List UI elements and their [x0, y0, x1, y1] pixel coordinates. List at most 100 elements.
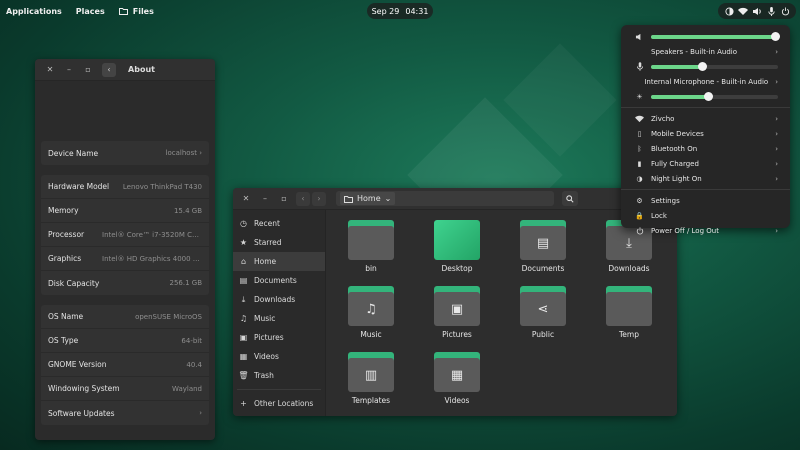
folder-label: Public [531, 330, 555, 339]
maximize-icon[interactable]: ▫ [81, 63, 95, 77]
lock-label: Lock [651, 211, 667, 220]
folder-item-bin[interactable]: bin [336, 220, 406, 273]
os-type-value: 64-bit [181, 336, 202, 345]
input-device-row[interactable]: Internal Microphone - Built-in Audio › [621, 74, 790, 89]
folder-item-public[interactable]: ⋖ Public [508, 286, 578, 339]
input-device-label: Internal Microphone - Built-in Audio [644, 77, 769, 86]
sidebar-item-label: Recent [254, 219, 280, 228]
microphone-slider[interactable] [651, 61, 778, 71]
gnome-version-row: GNOME Version 40.4 [41, 353, 209, 377]
wifi-row[interactable]: Zivcho › [621, 111, 790, 126]
folder-icon [348, 220, 394, 260]
folder-label: Videos [444, 396, 470, 405]
volume-slider[interactable] [651, 31, 781, 41]
mic-row [621, 59, 790, 74]
back-button[interactable]: ‹ [102, 62, 116, 77]
sidebar-item-pictures[interactable]: ▣ Pictures [233, 328, 325, 347]
settings-row[interactable]: ⚙ Settings [621, 193, 790, 208]
trash-icon: 🗑 [238, 371, 249, 380]
about-logo-area [35, 81, 215, 141]
battery-row[interactable]: ▮ Fully Charged › [621, 156, 790, 171]
sidebar-item-videos[interactable]: ▦ Videos [233, 347, 325, 366]
chevron-right-icon: › [775, 226, 778, 235]
about-title: About [128, 65, 155, 74]
folder-item-documents[interactable]: ▤ Documents [508, 220, 578, 273]
system-tray[interactable] [718, 3, 796, 19]
files-app-menu[interactable]: Files [118, 7, 154, 16]
settings-label: Settings [651, 196, 680, 205]
sidebar-item-label: Documents [254, 276, 297, 285]
sidebar-item-other-locations[interactable]: + Other Locations [233, 394, 325, 413]
device-name-row[interactable]: Device Name localhost › [41, 141, 209, 165]
files-titlebar: ✕ – ▫ ‹ › Home ⌄ [233, 188, 677, 210]
video-icon: ▦ [239, 352, 248, 361]
night-light-icon: ◑ [636, 174, 643, 183]
folder-item-pictures[interactable]: ▣ Pictures [422, 286, 492, 339]
software-updates-row[interactable]: Software Updates › [41, 401, 209, 425]
music-icon: ♫ [239, 314, 248, 323]
sidebar-item-documents[interactable]: ▤ Documents [233, 271, 325, 290]
brightness-slider[interactable] [651, 91, 778, 101]
files-sidebar: ◷ Recent ★ Starred ⌂ Home ▤ Documents ⤓ Downl… [233, 210, 326, 416]
close-icon[interactable]: ✕ [43, 63, 57, 77]
volume-icon [635, 32, 644, 41]
back-button[interactable]: ‹ [296, 191, 310, 206]
sidebar-item-starred[interactable]: ★ Starred [233, 233, 325, 252]
applications-menu[interactable]: Applications [6, 7, 62, 16]
folder-item-desktop[interactable]: Desktop [422, 220, 492, 273]
os-name-label: OS Name [48, 312, 84, 321]
memory-label: Memory [48, 206, 79, 215]
processor-value: Intel® Core™ i7-3520M CPU @ 2.... [102, 230, 202, 239]
mobile-devices-label: Mobile Devices [651, 129, 704, 138]
night-light-row[interactable]: ◑ Night Light On › [621, 171, 790, 186]
download-icon: ⤓ [241, 294, 246, 304]
close-icon[interactable]: ✕ [239, 192, 253, 206]
sidebar-item-label: Home [254, 257, 277, 266]
folder-item-templates[interactable]: ▥ Templates [336, 352, 406, 405]
power-row[interactable]: Power Off / Log Out › [621, 223, 790, 238]
folder-item-videos[interactable]: ▦ Videos [422, 352, 492, 405]
folder-item-music[interactable]: ♫ Music [336, 286, 406, 339]
lock-row[interactable]: 🔒 Lock [621, 208, 790, 223]
search-button[interactable] [562, 191, 578, 206]
output-device-row[interactable]: Speakers - Built-in Audio › [621, 44, 790, 59]
sidebar-item-music[interactable]: ♫ Music [233, 309, 325, 328]
bluetooth-row[interactable]: ᛒ Bluetooth On › [621, 141, 790, 156]
search-icon [566, 194, 574, 203]
gear-icon: ⚙ [636, 196, 643, 205]
sidebar-item-recent[interactable]: ◷ Recent [233, 214, 325, 233]
memory-value: 15.4 GB [173, 206, 202, 215]
sidebar-item-label: Downloads [254, 295, 296, 304]
graphics-value: Intel® HD Graphics 4000 (IVB GT2) [102, 254, 202, 263]
battery-icon: ▮ [637, 159, 642, 168]
folder-label: Templates [351, 396, 391, 405]
path-bar[interactable]: Home ⌄ [336, 191, 554, 206]
clock-button[interactable]: Sep 29 04:31 [367, 3, 433, 19]
about-hardware-group: Hardware Model Lenovo ThinkPad T430 Memor… [41, 175, 209, 295]
folder-icon [606, 286, 652, 326]
mobile-devices-row[interactable]: ▯ Mobile Devices › [621, 126, 790, 141]
minimize-icon[interactable]: – [258, 192, 272, 206]
disk-capacity-row: Disk Capacity 256.1 GB [41, 271, 209, 295]
folder-label: bin [365, 264, 377, 273]
about-window: ✕ – ▫ ‹ About Device Name localhost › Ha… [35, 59, 215, 440]
path-segment-home[interactable]: Home ⌄ [340, 192, 396, 205]
folder-item-temp[interactable]: Temp [594, 286, 664, 339]
folder-label: Music [360, 330, 382, 339]
sidebar-item-trash[interactable]: 🗑 Trash [233, 366, 325, 385]
sidebar-item-downloads[interactable]: ⤓ Downloads [233, 290, 325, 309]
sidebar-item-label: Other Locations [254, 399, 314, 408]
disk-capacity-label: Disk Capacity [48, 278, 100, 288]
bluetooth-icon: ᛒ [637, 144, 642, 153]
graphics-label: Graphics [48, 254, 82, 263]
software-updates-label: Software Updates [48, 408, 115, 418]
battery-label: Fully Charged [651, 159, 699, 168]
picture-icon: ▣ [239, 333, 248, 342]
minimize-icon[interactable]: – [62, 63, 76, 77]
maximize-icon[interactable]: ▫ [277, 192, 291, 206]
chevron-right-icon: › [775, 174, 778, 183]
sidebar-item-home[interactable]: ⌂ Home [233, 252, 325, 271]
night-light-label: Night Light On [651, 174, 702, 183]
forward-button[interactable]: › [312, 191, 326, 206]
places-menu[interactable]: Places [76, 7, 105, 16]
